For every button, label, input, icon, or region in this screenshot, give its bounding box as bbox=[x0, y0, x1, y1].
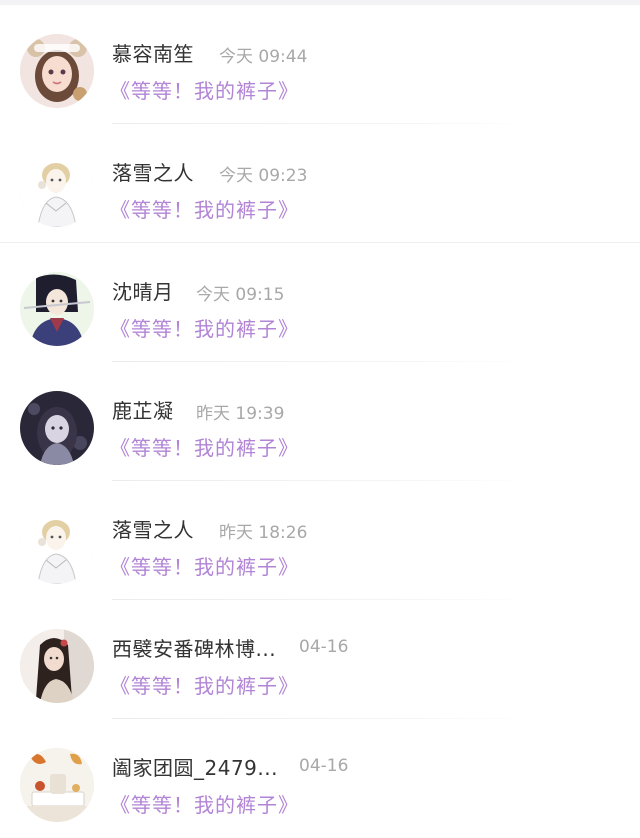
comment-item[interactable]: 西襞安番碑林博... 04-16 《等等！我的裤子》 bbox=[0, 600, 640, 719]
comment-author[interactable]: 阖家团圆_2479... bbox=[112, 752, 278, 781]
anime-girl-bear-ears-avatar-icon[interactable] bbox=[20, 34, 94, 108]
comment-author[interactable]: 西襞安番碑林博... bbox=[112, 633, 276, 662]
comment-message[interactable]: 《等等！我的裤子》 bbox=[110, 313, 299, 342]
autumn-still-life-avatar-icon[interactable] bbox=[20, 748, 94, 822]
comment-message[interactable]: 《等等！我的裤子》 bbox=[110, 75, 299, 104]
sketch-character-avatar-icon[interactable] bbox=[20, 153, 94, 227]
comment-item[interactable]: 落雪之人 昨天 18:26 《等等！我的裤子》 bbox=[0, 481, 640, 600]
comment-message[interactable]: 《等等！我的裤子》 bbox=[110, 670, 299, 699]
comment-time: 04-16 bbox=[299, 756, 349, 776]
comment-author[interactable]: 落雪之人 bbox=[112, 514, 194, 543]
dark-fantasy-girl-avatar-icon[interactable] bbox=[20, 391, 94, 465]
sketch-character-avatar-icon[interactable] bbox=[20, 510, 94, 584]
comment-time: 04-16 bbox=[299, 637, 349, 657]
comment-time: 昨天 19:39 bbox=[196, 404, 285, 424]
comment-time: 今天 09:23 bbox=[219, 166, 308, 186]
ancient-swordsman-avatar-icon[interactable] bbox=[20, 272, 94, 346]
comment-author[interactable]: 鹿芷凝 bbox=[112, 395, 174, 424]
comment-message[interactable]: 《等等！我的裤子》 bbox=[110, 432, 299, 461]
comment-item[interactable]: 慕容南笙 今天 09:44 《等等！我的裤子》 bbox=[0, 5, 640, 124]
comment-item[interactable]: 鹿芷凝 昨天 19:39 《等等！我的裤子》 bbox=[0, 362, 640, 481]
comment-time: 昨天 18:26 bbox=[219, 523, 308, 543]
comment-item[interactable]: 沈晴月 今天 09:15 《等等！我的裤子》 bbox=[0, 243, 640, 362]
comment-item[interactable]: 落雪之人 今天 09:23 《等等！我的裤子》 bbox=[0, 124, 640, 243]
girl-long-hair-avatar-icon[interactable] bbox=[20, 629, 94, 703]
comment-item[interactable]: 阖家团圆_2479... 04-16 《等等！我的裤子》 bbox=[0, 719, 640, 838]
comment-author[interactable]: 落雪之人 bbox=[112, 157, 194, 186]
comment-time: 今天 09:15 bbox=[196, 285, 285, 305]
comment-message[interactable]: 《等等！我的裤子》 bbox=[110, 789, 299, 818]
comment-author[interactable]: 慕容南笙 bbox=[112, 38, 194, 67]
comment-message[interactable]: 《等等！我的裤子》 bbox=[110, 194, 299, 223]
comment-author[interactable]: 沈晴月 bbox=[112, 276, 174, 305]
comment-time: 今天 09:44 bbox=[219, 47, 308, 67]
comment-message[interactable]: 《等等！我的裤子》 bbox=[110, 551, 299, 580]
